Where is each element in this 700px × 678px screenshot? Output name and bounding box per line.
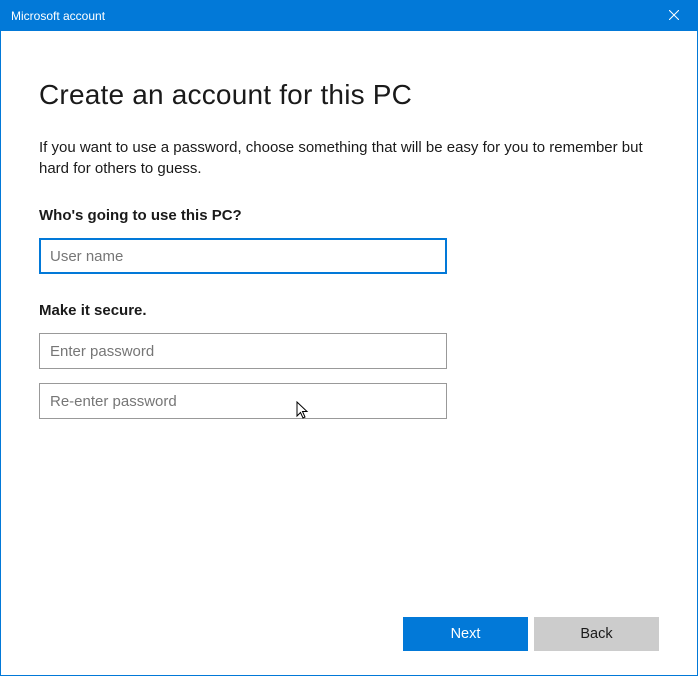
window-title: Microsoft account — [11, 9, 651, 23]
password-confirm-input[interactable] — [39, 383, 447, 419]
secure-section-label: Make it secure. — [39, 302, 659, 319]
password-input[interactable] — [39, 333, 447, 369]
back-button[interactable]: Back — [534, 617, 659, 651]
next-button[interactable]: Next — [403, 617, 528, 651]
page-heading: Create an account for this PC — [39, 79, 659, 111]
secure-section: Make it secure. — [39, 302, 659, 433]
close-icon — [669, 9, 679, 23]
username-input[interactable] — [39, 238, 447, 274]
user-section-label: Who's going to use this PC? — [39, 207, 659, 224]
content-area: Create an account for this PC If you wan… — [1, 31, 697, 675]
dialog-window: Microsoft account Create an account for … — [0, 0, 698, 676]
footer-buttons: Next Back — [39, 617, 659, 655]
user-section: Who's going to use this PC? — [39, 207, 659, 288]
page-description: If you want to use a password, choose so… — [39, 137, 659, 179]
title-bar: Microsoft account — [1, 1, 697, 31]
close-button[interactable] — [651, 1, 697, 31]
